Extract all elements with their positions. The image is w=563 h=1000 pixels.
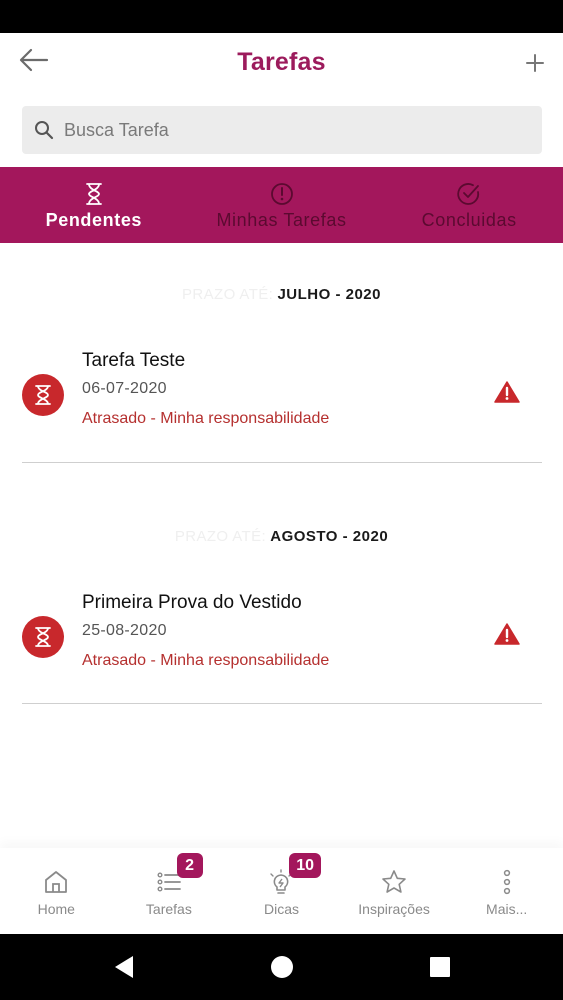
- task-name: Primeira Prova do Vestido: [82, 592, 302, 613]
- section-header: PRAZO ATÉ: JULHO - 2020: [0, 286, 563, 303]
- nav-label: Inspirações: [358, 901, 430, 917]
- bottom-nav: Home 2 Tarefas 10 Dicas Inspirações Mais…: [0, 848, 563, 934]
- nav-label: Dicas: [263, 901, 299, 917]
- section-month: JULHO - 2020: [277, 286, 381, 303]
- tab-label: Concluidas: [421, 210, 517, 230]
- task-name: Tarefa Teste: [82, 350, 186, 371]
- hourglass-icon: [35, 627, 51, 647]
- more-vertical-icon: [503, 869, 510, 895]
- system-back-icon[interactable]: [112, 954, 136, 980]
- tab-label: Pendentes: [45, 210, 143, 230]
- tab-bar: Pendentes Minhas Tarefas Concluidas: [0, 167, 563, 243]
- system-home-icon[interactable]: [270, 954, 294, 980]
- app-header: Tarefas: [0, 33, 563, 95]
- section-header: PRAZO ATÉ: AGOSTO - 2020: [0, 528, 563, 545]
- warning-icon: [494, 623, 520, 645]
- task-item[interactable]: Tarefa Teste 06-07-2020 Atrasado - Minha…: [22, 336, 542, 456]
- system-nav-bar: [0, 934, 563, 1000]
- check-circle-icon: [457, 183, 480, 205]
- tab-label: Minhas Tarefas: [216, 210, 347, 230]
- section-prefix: PRAZO ATÉ:: [174, 528, 267, 545]
- divider: [22, 462, 542, 463]
- nav-item-home[interactable]: Home: [0, 848, 113, 934]
- task-date: 25-08-2020: [82, 622, 167, 639]
- task-status: Atrasado - Minha responsabilidade: [82, 410, 330, 427]
- plus-icon: [526, 54, 544, 72]
- task-status: Atrasado - Minha responsabilidade: [82, 652, 330, 669]
- task-status-avatar: [22, 374, 64, 416]
- nav-label: Mais...: [486, 901, 528, 917]
- nav-item-mais[interactable]: Mais...: [450, 848, 563, 934]
- star-icon: [382, 870, 406, 893]
- home-icon: [45, 871, 68, 893]
- section-prefix: PRAZO ATÉ:: [182, 286, 274, 303]
- status-bar: [0, 0, 563, 33]
- system-recents-icon[interactable]: [428, 954, 452, 980]
- search-input[interactable]: [64, 106, 524, 154]
- hourglass-icon: [85, 183, 102, 205]
- search-icon: [35, 121, 54, 140]
- tab-concluidas[interactable]: Concluidas: [375, 167, 563, 243]
- divider: [22, 703, 542, 704]
- nav-item-tarefas[interactable]: 2 Tarefas: [113, 848, 226, 934]
- nav-label: Tarefas: [145, 901, 192, 917]
- tarefas-badge: 2: [176, 853, 203, 878]
- exclamation-circle-icon: [270, 183, 293, 205]
- nav-item-dicas[interactable]: 10 Dicas: [225, 848, 338, 934]
- task-date: 06-07-2020: [82, 380, 167, 397]
- nav-item-inspiracoes[interactable]: Inspirações: [338, 848, 451, 934]
- dicas-badge: 10: [289, 853, 321, 878]
- tab-pendentes[interactable]: Pendentes: [0, 167, 188, 243]
- task-item[interactable]: Primeira Prova do Vestido 25-08-2020 Atr…: [22, 578, 542, 698]
- search-box[interactable]: [22, 106, 542, 154]
- task-status-avatar: [22, 616, 64, 658]
- page-title: Tarefas: [237, 48, 326, 76]
- add-task-button[interactable]: [521, 49, 549, 77]
- tab-minhas-tarefas[interactable]: Minhas Tarefas: [188, 167, 376, 243]
- warning-icon: [494, 381, 520, 403]
- nav-label: Home: [37, 901, 75, 917]
- hourglass-icon: [35, 385, 51, 405]
- section-month: AGOSTO - 2020: [270, 528, 389, 545]
